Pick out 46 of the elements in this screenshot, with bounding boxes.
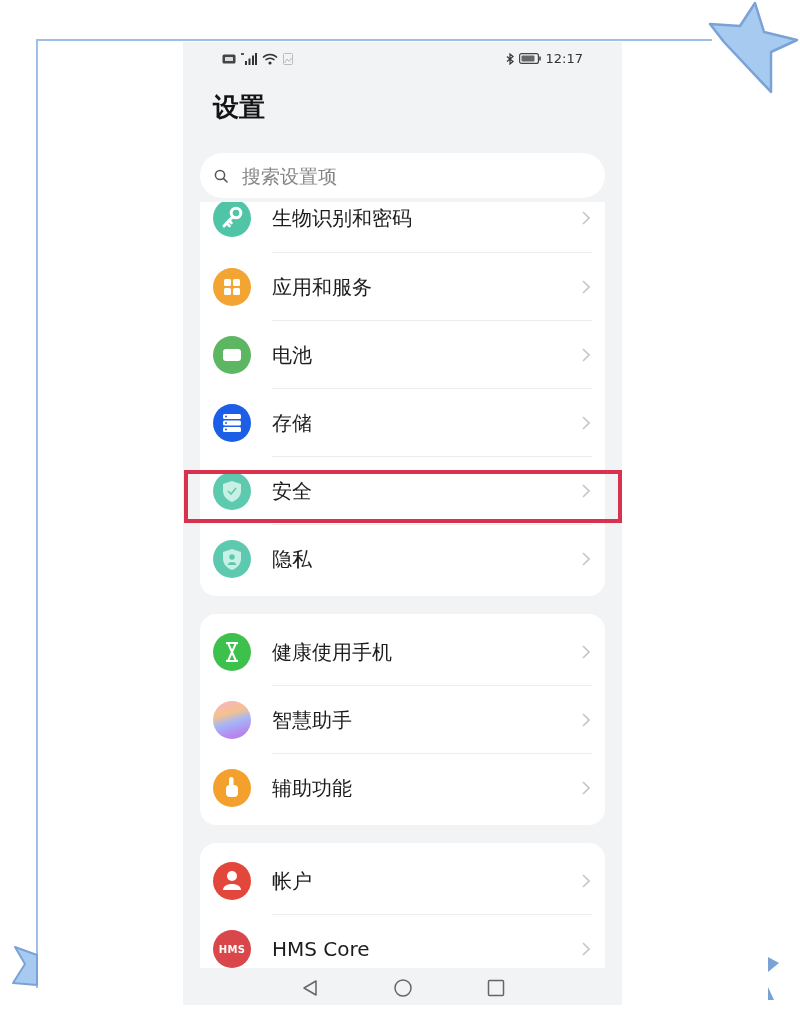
grid-icon — [213, 268, 251, 306]
chevron-icon — [582, 713, 590, 727]
person-icon — [213, 862, 251, 900]
settings-item[interactable]: 存储 — [200, 389, 605, 456]
shield-icon — [213, 472, 251, 510]
settings-item[interactable]: 隐私 — [200, 525, 605, 592]
chevron-icon — [582, 874, 590, 888]
settings-item[interactable]: 应用和服务 — [200, 253, 605, 320]
battery-status-icon — [518, 53, 541, 64]
hd-icon — [222, 53, 236, 64]
hand-icon — [213, 769, 251, 807]
back-icon[interactable] — [300, 978, 319, 997]
settings-item[interactable]: 智慧助手 — [200, 686, 605, 753]
picture-icon — [283, 52, 293, 65]
star-drawing — [766, 955, 781, 1002]
logo-badge: HMS — [213, 930, 251, 968]
settings-item[interactable]: HMS HMS Core — [200, 915, 605, 968]
signal-icon — [241, 52, 257, 65]
settings-item[interactable]: 生物识别和密码 — [200, 202, 605, 252]
settings-item[interactable]: 健康使用手机 — [200, 618, 605, 685]
storage-icon — [213, 404, 251, 442]
bluetooth-icon — [505, 52, 514, 65]
chevron-icon — [582, 942, 590, 956]
settings-item[interactable]: 电池 — [200, 321, 605, 388]
search-field[interactable]: 搜索设置项 — [200, 153, 605, 198]
chevron-icon — [582, 348, 590, 362]
recent-apps-icon[interactable] — [486, 978, 505, 997]
home-icon[interactable] — [393, 978, 412, 997]
settings-item[interactable]: 帐户 — [200, 847, 605, 914]
hourglass-icon — [213, 633, 251, 671]
chevron-icon — [582, 416, 590, 430]
chevron-icon — [582, 781, 590, 795]
page-title: 设置 — [213, 91, 265, 124]
wifi-icon — [262, 52, 278, 65]
chevron-icon — [582, 484, 590, 498]
battery-icon — [213, 336, 251, 374]
chevron-icon — [582, 280, 590, 294]
chevron-icon — [582, 645, 590, 659]
chevron-icon — [582, 211, 590, 225]
settings-item[interactable]: 辅助功能 — [200, 754, 605, 821]
gradient-orb-icon — [213, 701, 251, 739]
settings-item[interactable]: 安全 — [200, 457, 605, 524]
search-icon — [214, 168, 228, 183]
shield-person-icon — [213, 540, 251, 578]
chevron-icon — [582, 552, 590, 566]
status-time: 12:17 — [545, 50, 583, 67]
